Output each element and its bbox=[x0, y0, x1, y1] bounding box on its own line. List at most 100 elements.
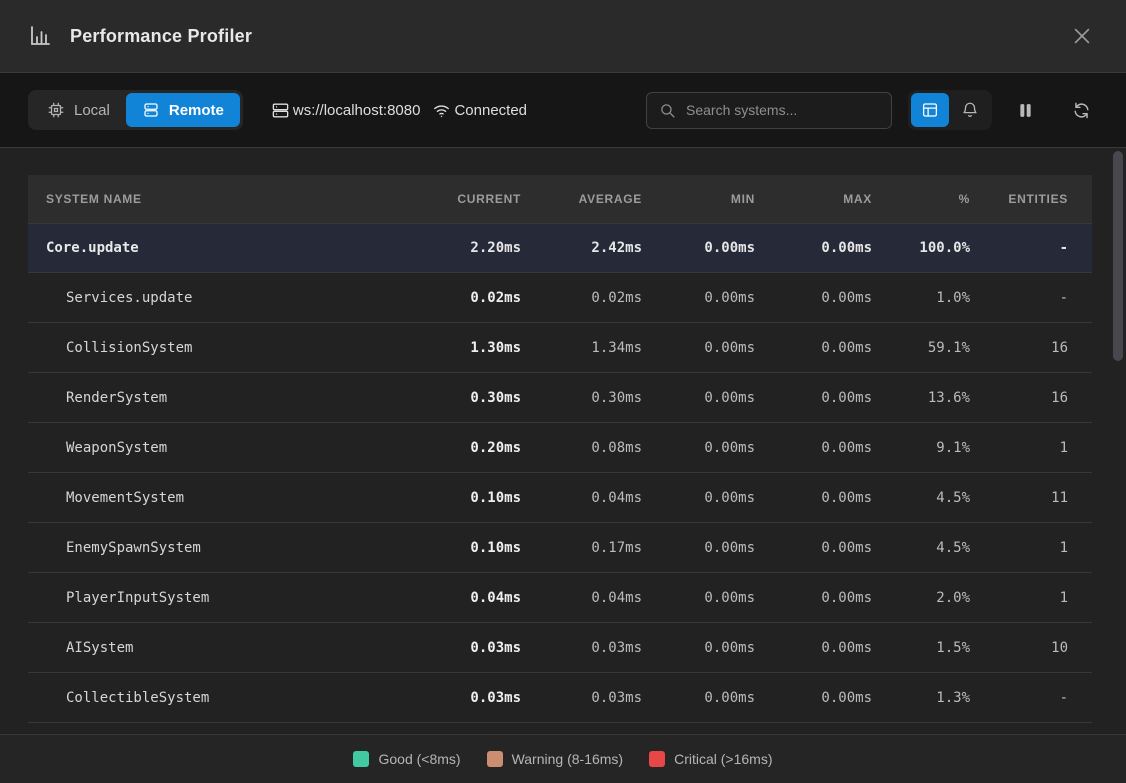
cell-system-name: Core.update bbox=[28, 240, 401, 256]
cell-percent: 59.1% bbox=[872, 340, 970, 356]
table-body: Core.update2.20ms2.42ms0.00ms0.00ms100.0… bbox=[28, 223, 1092, 723]
cell-system-name: CollectibleSystem bbox=[28, 690, 401, 706]
cell-max: 0.00ms bbox=[755, 440, 872, 456]
table-header-row: SYSTEM NAME CURRENT AVERAGE MIN MAX % EN… bbox=[28, 175, 1092, 223]
cell-system-name: WeaponSystem bbox=[28, 440, 401, 456]
cell-average: 0.03ms bbox=[521, 690, 642, 706]
cell-min: 0.00ms bbox=[642, 690, 755, 706]
cell-system-name: CollisionSystem bbox=[28, 340, 401, 356]
table-row[interactable]: CollisionSystem1.30ms1.34ms0.00ms0.00ms5… bbox=[28, 323, 1092, 373]
cell-min: 0.00ms bbox=[642, 390, 755, 406]
pause-button[interactable] bbox=[1008, 93, 1042, 127]
refresh-button[interactable] bbox=[1064, 93, 1098, 127]
column-header-percent[interactable]: % bbox=[872, 192, 970, 206]
cell-current: 0.02ms bbox=[401, 290, 521, 306]
table-row[interactable]: Services.update0.02ms0.02ms0.00ms0.00ms1… bbox=[28, 273, 1092, 323]
cell-average: 0.30ms bbox=[521, 390, 642, 406]
cpu-icon bbox=[47, 101, 65, 119]
table-row[interactable]: MovementSystem0.10ms0.04ms0.00ms0.00ms4.… bbox=[28, 473, 1092, 523]
cell-percent: 4.5% bbox=[872, 540, 970, 556]
page-title: Performance Profiler bbox=[70, 26, 252, 47]
bell-icon bbox=[961, 101, 979, 119]
table-row[interactable]: PlayerInputSystem0.04ms0.04ms0.00ms0.00m… bbox=[28, 573, 1092, 623]
remote-source-button[interactable]: Remote bbox=[126, 93, 240, 127]
server-icon bbox=[271, 101, 290, 120]
refresh-icon bbox=[1072, 101, 1091, 120]
cell-average: 0.17ms bbox=[521, 540, 642, 556]
cell-percent: 100.0% bbox=[872, 240, 970, 256]
legend-bar: Good (<8ms) Warning (8-16ms) Critical (>… bbox=[0, 734, 1126, 783]
cell-average: 0.04ms bbox=[521, 490, 642, 506]
close-button[interactable] bbox=[1066, 20, 1098, 52]
column-header-max[interactable]: MAX bbox=[755, 192, 872, 206]
table-row[interactable]: AISystem0.03ms0.03ms0.00ms0.00ms1.5%10 bbox=[28, 623, 1092, 673]
local-source-button[interactable]: Local bbox=[31, 93, 126, 127]
column-header-system-name[interactable]: SYSTEM NAME bbox=[28, 192, 401, 206]
cell-system-name: RenderSystem bbox=[28, 390, 401, 406]
cell-average: 2.42ms bbox=[521, 240, 642, 256]
cell-min: 0.00ms bbox=[642, 290, 755, 306]
good-swatch bbox=[353, 751, 369, 767]
cell-min: 0.00ms bbox=[642, 490, 755, 506]
column-header-current[interactable]: CURRENT bbox=[401, 192, 521, 206]
cell-max: 0.00ms bbox=[755, 240, 872, 256]
cell-entities: 11 bbox=[970, 490, 1092, 506]
column-header-min[interactable]: MIN bbox=[642, 192, 755, 206]
cell-max: 0.00ms bbox=[755, 340, 872, 356]
cell-current: 0.10ms bbox=[401, 490, 521, 506]
cell-min: 0.00ms bbox=[642, 240, 755, 256]
cell-current: 0.10ms bbox=[401, 540, 521, 556]
table-view-button[interactable] bbox=[911, 93, 949, 127]
cell-system-name: Services.update bbox=[28, 290, 401, 306]
table-row[interactable]: Core.update2.20ms2.42ms0.00ms0.00ms100.0… bbox=[28, 223, 1092, 273]
systems-table: SYSTEM NAME CURRENT AVERAGE MIN MAX % EN… bbox=[28, 175, 1092, 723]
cell-percent: 9.1% bbox=[872, 440, 970, 456]
table-row[interactable]: WeaponSystem0.20ms0.08ms0.00ms0.00ms9.1%… bbox=[28, 423, 1092, 473]
cell-min: 0.00ms bbox=[642, 440, 755, 456]
legend-warning-label: Warning (8-16ms) bbox=[512, 751, 624, 767]
table-row[interactable]: RenderSystem0.30ms0.30ms0.00ms0.00ms13.6… bbox=[28, 373, 1092, 423]
cell-min: 0.00ms bbox=[642, 640, 755, 656]
cell-average: 0.04ms bbox=[521, 590, 642, 606]
cell-max: 0.00ms bbox=[755, 590, 872, 606]
bar-chart-icon bbox=[28, 24, 52, 48]
remote-source-label: Remote bbox=[169, 102, 224, 119]
local-source-label: Local bbox=[74, 102, 110, 119]
cell-average: 0.08ms bbox=[521, 440, 642, 456]
alerts-button[interactable] bbox=[951, 93, 989, 127]
cell-current: 0.20ms bbox=[401, 440, 521, 456]
critical-swatch bbox=[649, 751, 665, 767]
server-icon bbox=[142, 101, 160, 119]
cell-current: 0.04ms bbox=[401, 590, 521, 606]
connection-info: ws://localhost:8080 Connected bbox=[271, 101, 527, 120]
cell-percent: 2.0% bbox=[872, 590, 970, 606]
cell-system-name: AISystem bbox=[28, 640, 401, 656]
connection-url: ws://localhost:8080 bbox=[293, 102, 421, 119]
search-input[interactable] bbox=[686, 102, 879, 118]
cell-min: 0.00ms bbox=[642, 540, 755, 556]
view-toggle-group bbox=[908, 90, 992, 130]
cell-entities: 1 bbox=[970, 540, 1092, 556]
cell-max: 0.00ms bbox=[755, 390, 872, 406]
table-row[interactable]: EnemySpawnSystem0.10ms0.17ms0.00ms0.00ms… bbox=[28, 523, 1092, 573]
performance-profiler-window: Performance Profiler Local bbox=[0, 0, 1126, 783]
cell-current: 0.03ms bbox=[401, 640, 521, 656]
cell-percent: 13.6% bbox=[872, 390, 970, 406]
cell-percent: 1.0% bbox=[872, 290, 970, 306]
toolbar: Local Remote bbox=[0, 73, 1126, 148]
cell-entities: 16 bbox=[970, 340, 1092, 356]
table-view-icon bbox=[921, 101, 939, 119]
cell-entities: 10 bbox=[970, 640, 1092, 656]
legend-item-good: Good (<8ms) bbox=[353, 751, 460, 767]
scrollbar-thumb[interactable] bbox=[1113, 151, 1123, 361]
cell-min: 0.00ms bbox=[642, 590, 755, 606]
column-header-average[interactable]: AVERAGE bbox=[521, 192, 642, 206]
cell-min: 0.00ms bbox=[642, 340, 755, 356]
connection-status: Connected bbox=[454, 102, 527, 119]
table-row[interactable]: CollectibleSystem0.03ms0.03ms0.00ms0.00m… bbox=[28, 673, 1092, 723]
column-header-entities[interactable]: ENTITIES bbox=[970, 192, 1092, 206]
cell-current: 1.30ms bbox=[401, 340, 521, 356]
cell-current: 2.20ms bbox=[401, 240, 521, 256]
pause-icon bbox=[1016, 101, 1035, 120]
cell-entities: 1 bbox=[970, 440, 1092, 456]
